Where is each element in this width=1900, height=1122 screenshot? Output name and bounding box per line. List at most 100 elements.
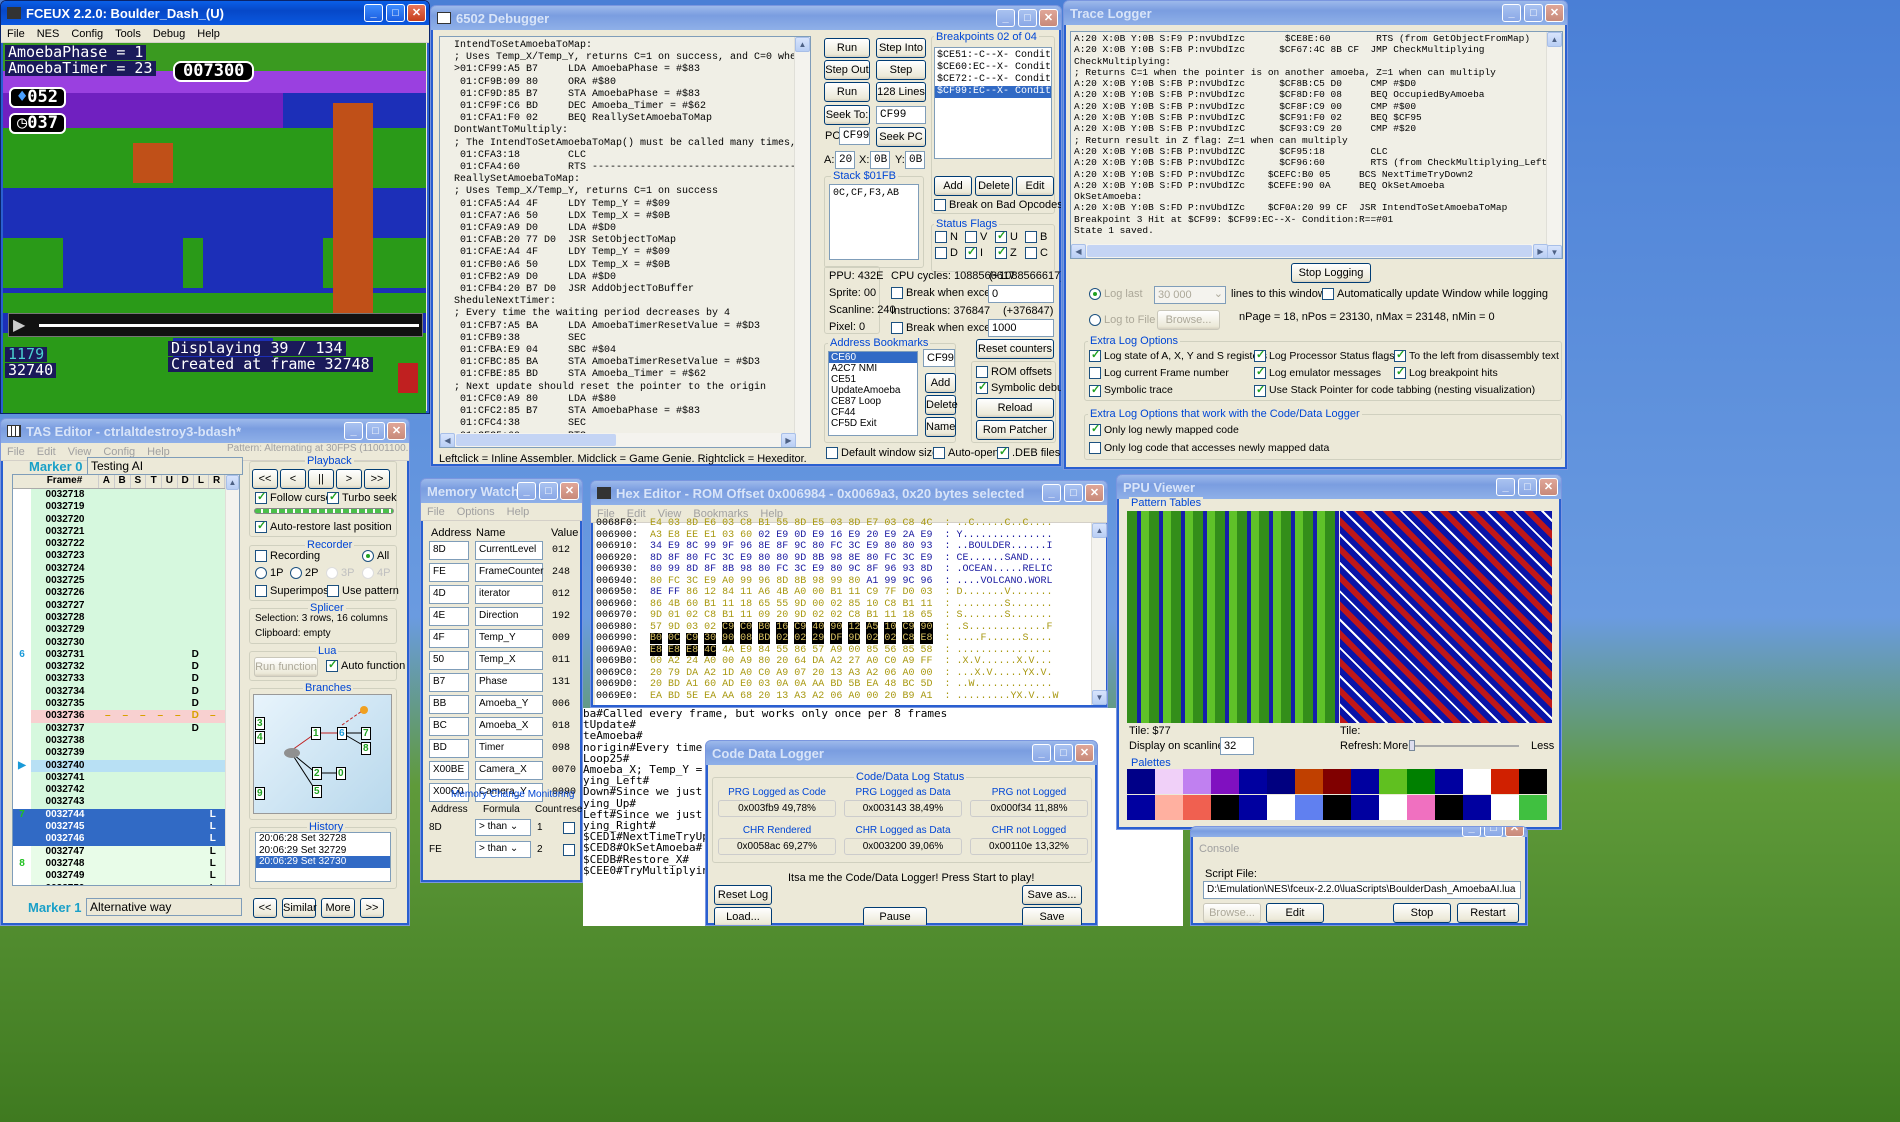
- button-cell[interactable]: L: [204, 870, 222, 882]
- hex-byte[interactable]: 80: [650, 564, 662, 575]
- extra-log-option[interactable]: Log Processor Status flags: [1254, 348, 1394, 363]
- hex-byte[interactable]: 85: [902, 645, 914, 656]
- checkbox[interactable]: [1089, 367, 1101, 380]
- button-cell[interactable]: [204, 489, 222, 501]
- button-cell[interactable]: [152, 514, 170, 526]
- hex-byte[interactable]: DF: [830, 633, 843, 644]
- hex-byte[interactable]: A5: [866, 621, 879, 633]
- button-cell[interactable]: [204, 661, 222, 673]
- palette-swatch[interactable]: [1519, 769, 1547, 794]
- scanline-input[interactable]: 32: [1220, 737, 1254, 755]
- button-cell[interactable]: [152, 883, 170, 886]
- hex-byte[interactable]: E8: [686, 644, 699, 656]
- tas-editor-titlebar[interactable]: TAS Editor - ctrlaltdestroy3-bdash* _ □ ✕: [1, 419, 409, 443]
- disassembly-line[interactable]: 01:CFBC:85 BA STA AmoebaTimerResetValue …: [454, 357, 810, 369]
- button-cell[interactable]: [204, 772, 222, 784]
- palette-swatch[interactable]: [1239, 795, 1267, 820]
- hex-byte[interactable]: 3C: [902, 553, 914, 564]
- auo-open-option[interactable]: Auto-open: [933, 447, 999, 460]
- menu-item-debug[interactable]: Debug: [153, 28, 185, 40]
- pattern-table-right[interactable]: [1340, 511, 1552, 723]
- hex-byte[interactable]: EE: [686, 530, 698, 541]
- hex-byte[interactable]: 98: [812, 576, 824, 587]
- button-cell[interactable]: [169, 735, 187, 747]
- playback-button[interactable]: >: [336, 469, 362, 489]
- button-cell[interactable]: [134, 735, 152, 747]
- hex-byte[interactable]: 16: [776, 621, 789, 633]
- hex-byte[interactable]: 11: [884, 610, 896, 621]
- auto-function-option[interactable]: Auto function: [326, 658, 405, 673]
- button-cell[interactable]: [187, 809, 205, 821]
- lua-restart-button[interactable]: Restart: [1457, 903, 1519, 923]
- table-row[interactable]: 0032742R: [13, 784, 239, 797]
- button-cell[interactable]: [134, 526, 152, 538]
- recording-option[interactable]: Recording: [255, 550, 320, 563]
- reg-x-input[interactable]: 0B: [870, 151, 890, 169]
- marker1-note-input[interactable]: Alternative way: [86, 898, 242, 916]
- hex-byte[interactable]: A9: [740, 656, 752, 667]
- hex-byte[interactable]: 18: [902, 610, 914, 621]
- hex-byte[interactable]: 58: [920, 645, 932, 656]
- mcm-formula-select[interactable]: > than ⌄: [475, 841, 531, 858]
- hex-byte[interactable]: C9: [902, 621, 915, 633]
- break-bad-opcodes-option[interactable]: Break on Bad Opcodes: [934, 199, 1061, 212]
- disassembly-line[interactable]: 01:CFA3:18 CLC: [454, 150, 810, 162]
- button-cell[interactable]: [134, 772, 152, 784]
- flag-n[interactable]: N: [935, 231, 965, 244]
- button-cell[interactable]: [99, 673, 117, 685]
- maximize-button[interactable]: □: [366, 422, 385, 440]
- button-cell[interactable]: [169, 698, 187, 710]
- button-cell[interactable]: [117, 649, 135, 661]
- hex-byte[interactable]: C9: [866, 587, 878, 598]
- hex-byte[interactable]: 03: [830, 518, 842, 529]
- hex-byte[interactable]: 8F: [776, 541, 788, 552]
- button-cell[interactable]: [152, 575, 170, 587]
- button-cell[interactable]: [117, 673, 135, 685]
- button-cell[interactable]: [204, 612, 222, 624]
- maximize-button[interactable]: □: [1018, 9, 1037, 27]
- button-cell[interactable]: –: [204, 710, 222, 722]
- button-cell[interactable]: [152, 637, 170, 649]
- table-row[interactable]: 0032719R: [13, 501, 239, 514]
- hex-byte[interactable]: 02: [812, 610, 824, 621]
- disassembly-line[interactable]: ; Uses Temp_X/Temp_Y, returns C=1 on suc…: [454, 186, 810, 198]
- button-cell[interactable]: [204, 784, 222, 796]
- column-header-a[interactable]: A: [99, 475, 115, 488]
- button-cell[interactable]: [204, 563, 222, 575]
- watch-address-input[interactable]: 4D: [429, 585, 469, 604]
- table-row[interactable]: 0032750 L: [13, 882, 239, 886]
- hex-byte[interactable]: 8B: [812, 553, 824, 564]
- hex-byte[interactable]: DA: [812, 656, 824, 667]
- button-cell[interactable]: [187, 587, 205, 599]
- checkbox[interactable]: [891, 287, 903, 300]
- button-cell[interactable]: [99, 772, 117, 784]
- hex-byte[interactable]: 13: [776, 691, 788, 702]
- palette-swatch[interactable]: [1491, 795, 1519, 820]
- disassembly-line[interactable]: 01:CFA1:F0 02 BEQ ReallySetAmoebaToMap: [454, 113, 810, 125]
- hex-byte[interactable]: E0: [740, 679, 752, 690]
- checkbox[interactable]: [255, 550, 267, 563]
- hex-byte[interactable]: 18: [740, 599, 752, 610]
- hex-editor-titlebar[interactable]: Hex Editor - ROM Offset 0x006984 - 0x006…: [591, 481, 1107, 505]
- step-out-button[interactable]: Step Out: [824, 60, 870, 80]
- button-cell[interactable]: [204, 624, 222, 636]
- button-cell[interactable]: [134, 538, 152, 550]
- minimize-button[interactable]: _: [344, 422, 363, 440]
- palette-swatch[interactable]: [1407, 795, 1435, 820]
- lua-script-titlebar[interactable]: _ □ ✕: [1191, 827, 1527, 837]
- hex-byte[interactable]: BD: [668, 691, 680, 702]
- hex-byte[interactable]: 03: [920, 587, 932, 598]
- button-cell[interactable]: L: [204, 858, 222, 870]
- button-cell[interactable]: D: [187, 673, 205, 685]
- only-new-code-option[interactable]: Only log newly mapped code: [1089, 422, 1239, 437]
- hex-byte[interactable]: 55: [776, 518, 788, 529]
- checkbox[interactable]: [327, 490, 339, 505]
- hex-byte[interactable]: 55: [776, 599, 788, 610]
- table-row[interactable]: 0032722R: [13, 538, 239, 551]
- hex-byte[interactable]: 8D: [920, 564, 932, 575]
- palette-swatch[interactable]: [1463, 795, 1491, 820]
- palette-swatch[interactable]: [1239, 769, 1267, 794]
- menu-item-options[interactable]: Options: [457, 506, 495, 518]
- hex-byte[interactable]: E9: [740, 645, 752, 656]
- scroll-up-button[interactable]: ▲: [795, 37, 810, 52]
